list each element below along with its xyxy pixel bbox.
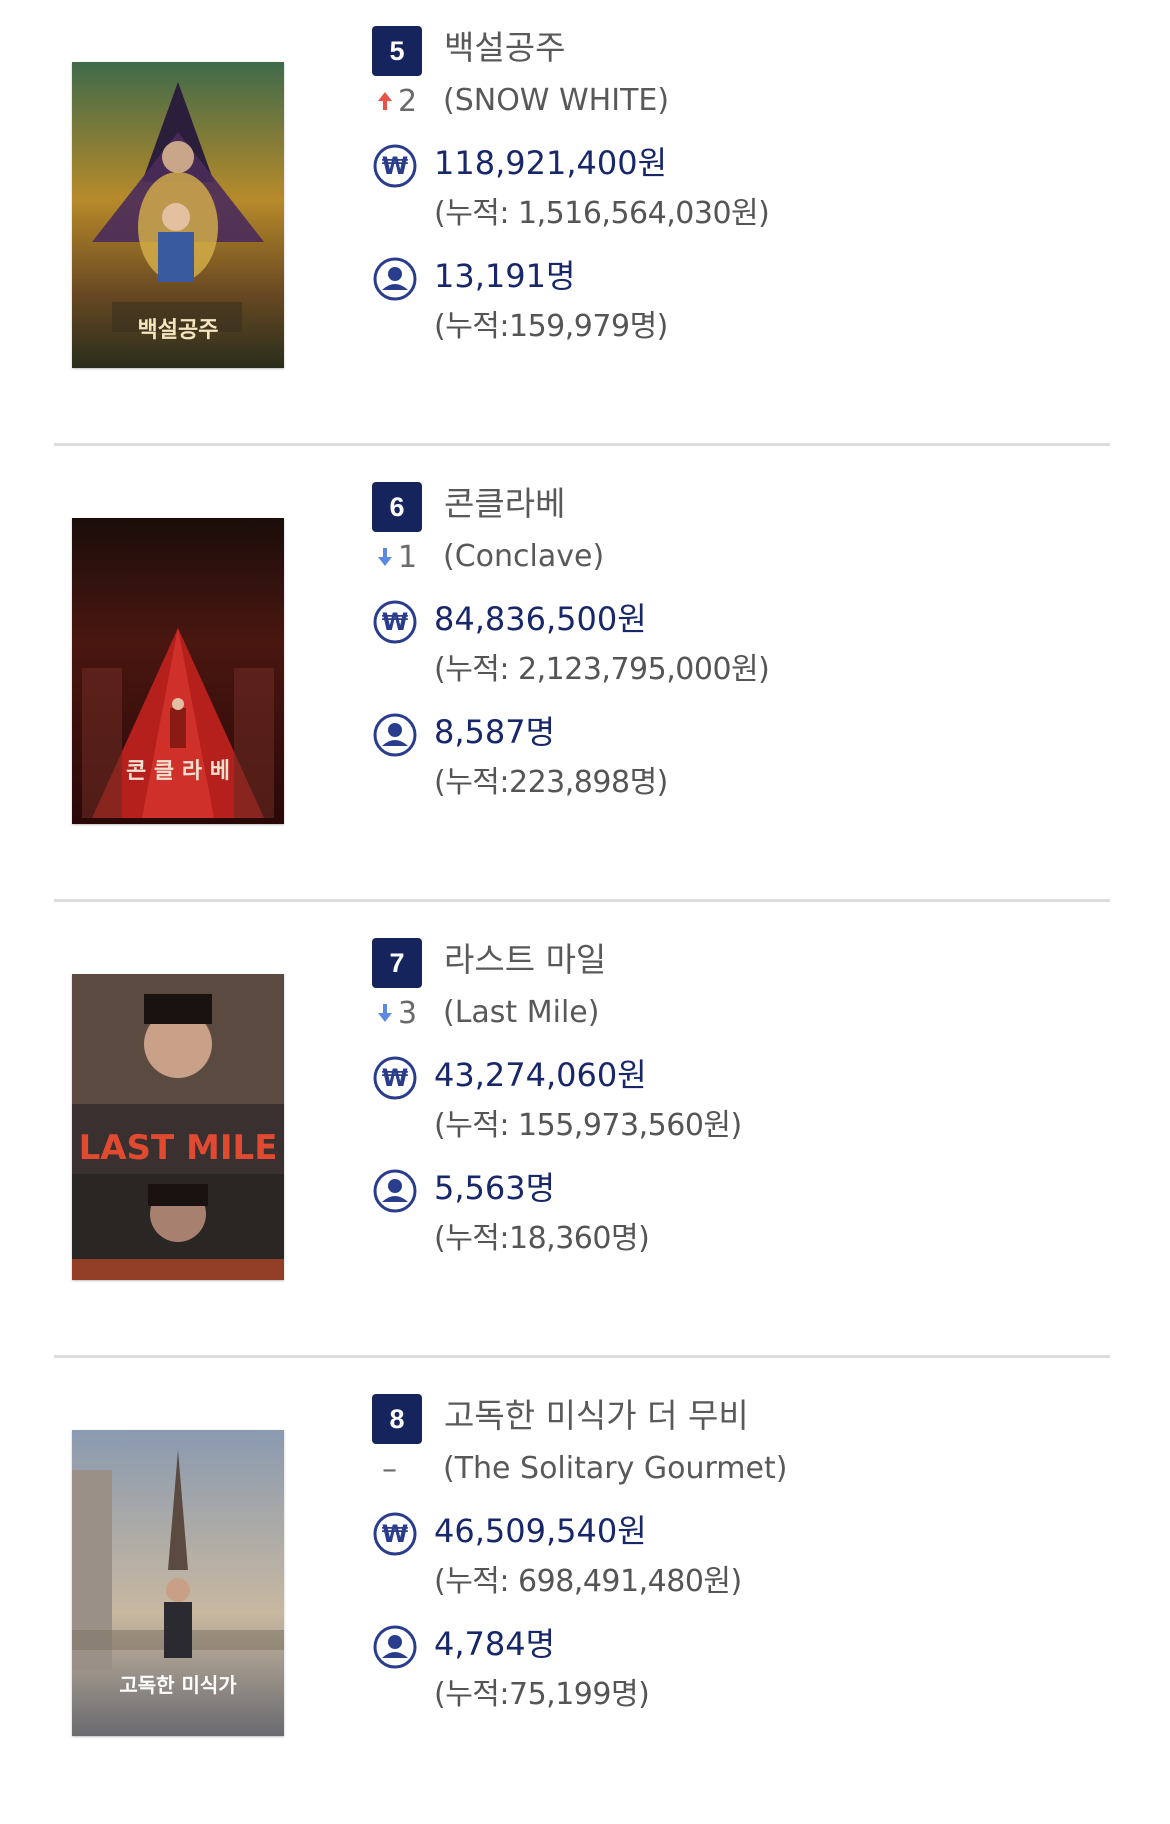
rank-change: 1 bbox=[376, 538, 432, 578]
won-icon: ₩ bbox=[373, 1056, 417, 1100]
cumulative-audience: (누적:159,979명) bbox=[434, 309, 668, 344]
person-icon bbox=[373, 257, 417, 301]
movie-item-snow-white[interactable]: 백설공주 5 백설공주 2 (SNOW WHITE) ₩ 118,921,400… bbox=[0, 0, 1170, 456]
won-icon: ₩ bbox=[373, 144, 417, 188]
rank-change-value: 1 bbox=[398, 540, 418, 575]
arrow-down-icon bbox=[378, 1003, 392, 1022]
daily-audience: 8,587명 bbox=[434, 713, 556, 751]
movie-title-english: (The Solitary Gourmet) bbox=[443, 1451, 788, 1486]
won-icon: ₩ bbox=[373, 1512, 417, 1556]
movie-title-english: (SNOW WHITE) bbox=[443, 83, 670, 118]
daily-revenue: 118,921,400원 bbox=[434, 144, 668, 182]
cumulative-audience: (누적:75,199명) bbox=[434, 1677, 650, 1712]
rank-badge: 5 bbox=[372, 26, 422, 76]
divider bbox=[54, 1355, 1110, 1358]
cumulative-audience: (누적:223,898명) bbox=[434, 765, 668, 800]
poster-title: LAST MILE bbox=[79, 1128, 278, 1168]
divider bbox=[54, 443, 1110, 446]
svg-text:₩: ₩ bbox=[382, 1064, 409, 1092]
person-icon bbox=[373, 1625, 417, 1669]
daily-audience: 4,784명 bbox=[434, 1625, 556, 1663]
daily-revenue: 46,509,540원 bbox=[434, 1512, 647, 1550]
rank-change-value: – bbox=[382, 1452, 397, 1487]
poster-title: 백설공주 bbox=[138, 318, 219, 343]
cumulative-revenue: (누적: 698,491,480원) bbox=[434, 1564, 742, 1599]
poster-title: 콘 클 라 베 bbox=[126, 759, 230, 784]
movie-poster[interactable]: 콘 클 라 베 bbox=[72, 518, 284, 824]
movie-item-solitary-gourmet[interactable]: 고독한 미식가 8 고독한 미식가 더 무비 – (The Solitary G… bbox=[0, 1368, 1170, 1824]
rank-change: 3 bbox=[376, 994, 432, 1034]
movie-title-english: (Conclave) bbox=[443, 539, 605, 574]
cumulative-revenue: (누적: 155,973,560원) bbox=[434, 1108, 742, 1143]
cumulative-revenue: (누적: 2,123,795,000원) bbox=[434, 652, 770, 687]
svg-text:₩: ₩ bbox=[382, 1520, 409, 1548]
movie-poster[interactable]: 고독한 미식가 bbox=[72, 1430, 284, 1736]
rank-change: – bbox=[376, 1450, 432, 1490]
won-icon: ₩ bbox=[373, 600, 417, 644]
svg-text:₩: ₩ bbox=[382, 152, 409, 180]
cumulative-audience: (누적:18,360명) bbox=[434, 1221, 650, 1256]
person-icon bbox=[373, 1169, 417, 1213]
arrow-up-icon bbox=[378, 91, 392, 110]
rank-change: 2 bbox=[376, 82, 432, 122]
movie-title-english: (Last Mile) bbox=[443, 995, 600, 1030]
arrow-down-icon bbox=[378, 547, 392, 566]
movie-item-conclave[interactable]: 콘 클 라 베 6 콘클라베 1 (Conclave) ₩ 84,836,500… bbox=[0, 456, 1170, 912]
daily-audience: 5,563명 bbox=[434, 1169, 556, 1207]
movie-title-korean[interactable]: 백설공주 bbox=[444, 25, 565, 71]
movie-poster[interactable]: 백설공주 bbox=[72, 62, 284, 368]
rank-badge: 7 bbox=[372, 938, 422, 988]
movie-title-korean[interactable]: 라스트 마일 bbox=[444, 937, 606, 983]
cumulative-revenue: (누적: 1,516,564,030원) bbox=[434, 196, 770, 231]
movie-title-korean[interactable]: 콘클라베 bbox=[444, 481, 565, 527]
daily-audience: 13,191명 bbox=[434, 257, 576, 295]
poster-title: 고독한 미식가 bbox=[119, 1673, 237, 1697]
rank-badge: 6 bbox=[372, 482, 422, 532]
rank-badge: 8 bbox=[372, 1394, 422, 1444]
daily-revenue: 84,836,500원 bbox=[434, 600, 647, 638]
movie-title-korean[interactable]: 고독한 미식가 더 무비 bbox=[444, 1393, 749, 1439]
rank-change-value: 2 bbox=[398, 84, 418, 119]
divider bbox=[54, 899, 1110, 902]
person-icon bbox=[373, 713, 417, 757]
svg-text:₩: ₩ bbox=[382, 608, 409, 636]
rank-change-value: 3 bbox=[398, 996, 418, 1031]
movie-poster[interactable]: LAST MILE bbox=[72, 974, 284, 1280]
daily-revenue: 43,274,060원 bbox=[434, 1056, 647, 1094]
movie-item-last-mile[interactable]: LAST MILE 7 라스트 마일 3 (Last Mile) ₩ 43,27… bbox=[0, 912, 1170, 1368]
